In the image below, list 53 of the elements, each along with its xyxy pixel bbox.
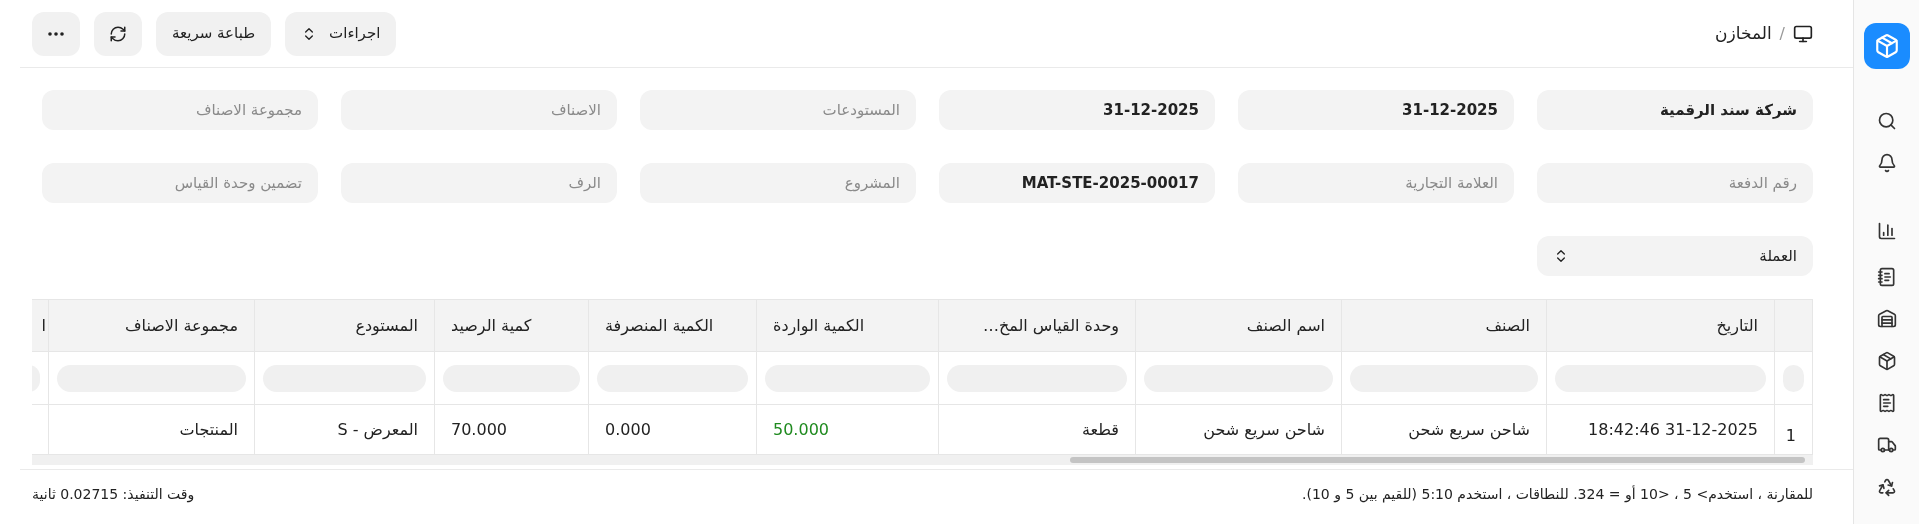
filter-field[interactable]: 31-12-2025 (1238, 90, 1514, 130)
filter-field[interactable]: مجموعة الاصناف (42, 90, 318, 130)
quick-print-button[interactable]: طباعة سريعة (156, 11, 272, 56)
filter-field[interactable]: رقم الدفعة (1537, 163, 1813, 203)
filter-field[interactable]: العلامة التجارية (1238, 163, 1514, 203)
box-icon (1873, 33, 1900, 59)
refresh-icon (109, 24, 127, 43)
table-cell: قطعة (1081, 419, 1119, 439)
column-header[interactable]: التاريخ (1716, 315, 1758, 335)
filter-field[interactable]: 31-12-2025 (939, 90, 1215, 130)
filter-field[interactable]: شركة سند الرقمية (1537, 90, 1813, 130)
warehouse-icon[interactable] (1876, 309, 1897, 329)
more-button[interactable] (32, 11, 80, 56)
monitor-icon (1793, 23, 1813, 44)
filter-field[interactable]: المشروع (640, 163, 916, 203)
app-logo[interactable] (1863, 23, 1910, 69)
column-header[interactable]: ا (41, 315, 46, 335)
refresh-button[interactable] (94, 11, 142, 56)
table-cell: 31-12-2025 18:42:46 (1588, 419, 1758, 439)
table-cell: شاحن سريع شحن (1203, 419, 1325, 439)
filter-field[interactable]: الرف (341, 163, 617, 203)
filter-field[interactable]: تضمين وحدة القياس (42, 163, 318, 203)
currency-select[interactable]: العملة (1537, 236, 1813, 276)
horizontal-scrollbar[interactable] (32, 455, 1813, 465)
search-icon[interactable] (1876, 111, 1897, 131)
recycle-icon[interactable] (1876, 477, 1897, 497)
column-header[interactable]: اسم الصنف (1246, 315, 1325, 335)
column-header[interactable]: الصنف (1485, 315, 1530, 335)
row-number: 1 (1785, 425, 1796, 445)
bar-chart-icon[interactable] (1876, 221, 1897, 241)
bell-icon[interactable] (1876, 153, 1897, 173)
page-title: المخازن (1715, 21, 1772, 45)
execution-time: وقت التنفيذ: 0.02715 ثانية (32, 485, 195, 505)
filter-field[interactable]: المستودعات (640, 90, 916, 130)
table-cell: المنتجات (179, 419, 238, 439)
table-cell: 50.000 (773, 419, 829, 439)
truck-icon[interactable] (1876, 435, 1897, 455)
column-header[interactable]: المستودع (355, 315, 418, 335)
filter-field[interactable]: الاصناف (341, 90, 617, 130)
receipt-icon[interactable] (1876, 393, 1897, 413)
column-header[interactable]: كمية الرصيد (451, 315, 532, 335)
notebook-icon[interactable] (1876, 267, 1897, 287)
breadcrumb-separator: / (1779, 22, 1785, 45)
actions-button[interactable]: اجراءات (285, 11, 397, 56)
column-header[interactable]: الكمية الواردة (773, 315, 865, 335)
box-icon[interactable] (1876, 351, 1897, 371)
table-cell: المعرض - S (337, 419, 418, 439)
filter-field[interactable]: MAT-STE-2025-00017 (939, 163, 1215, 203)
table-cell: 70.000 (451, 419, 507, 439)
table-cell: 0.000 (605, 419, 651, 439)
table-cell: شاحن سريع شحن (1408, 419, 1530, 439)
filter-hint: للمقارنة ، استخدم> 5 ، <10 أو = 324. للنطاقات ، استخدم 5:10 (للقيم بين 5 و 10). (1302, 484, 1813, 505)
more-icon (48, 31, 64, 36)
